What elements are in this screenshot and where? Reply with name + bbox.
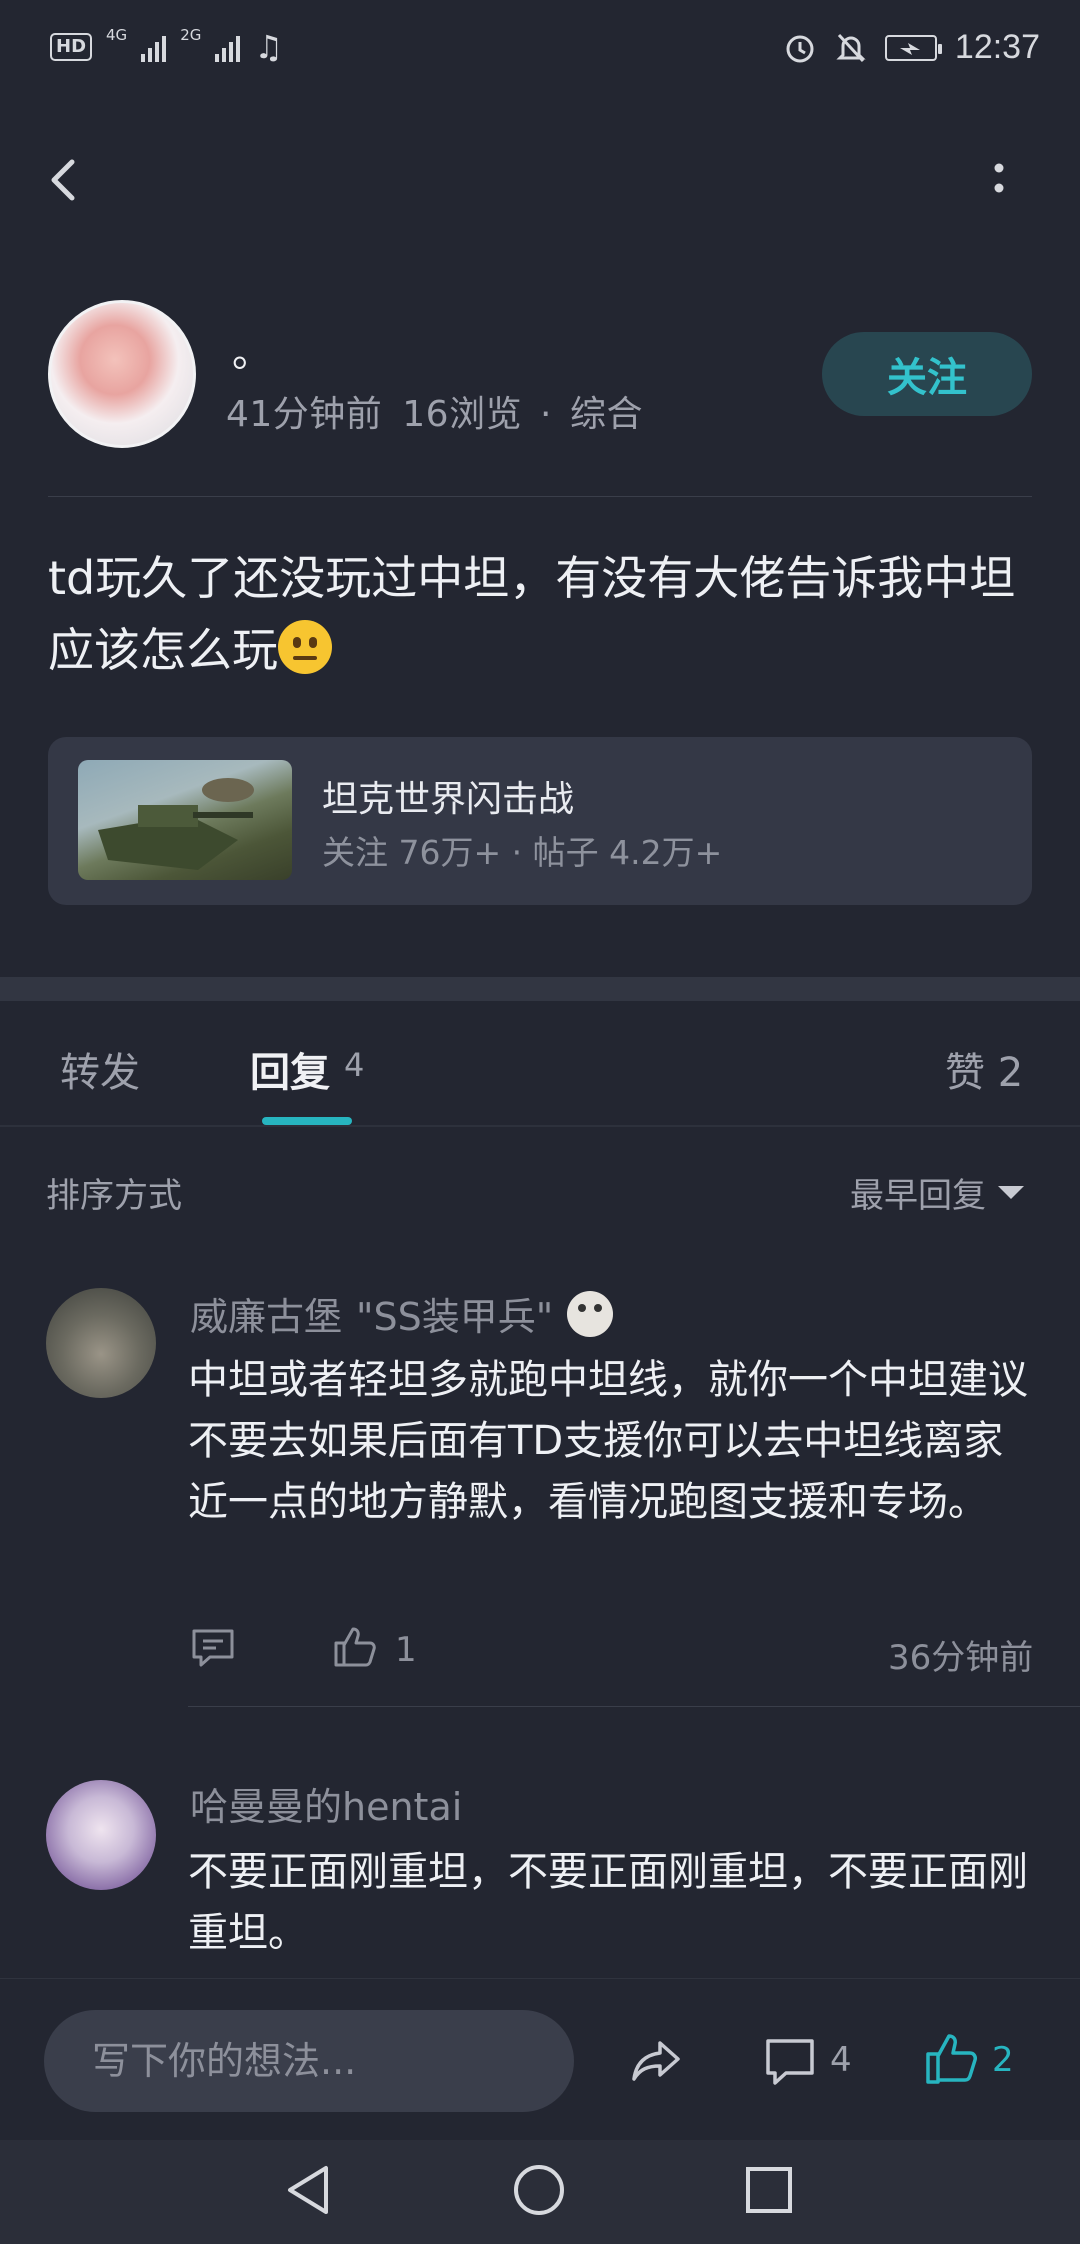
comments-button[interactable] [762, 2033, 818, 2089]
post-text: td玩久了还没玩过中坦，有没有大佬告诉我中坦应该怎么玩 [48, 551, 1016, 677]
share-icon [632, 2041, 680, 2081]
comment-icon [192, 1629, 234, 1667]
more-options-button[interactable] [975, 150, 1025, 210]
user-badge-icon [567, 1290, 614, 1337]
comment-input[interactable] [44, 2010, 574, 2112]
network-type-2: 2G [180, 26, 202, 44]
reply-comment-button[interactable] [190, 1625, 236, 1671]
tab-reply[interactable]: 回复 [250, 1040, 330, 1098]
forum-stats: 关注 76万+ · 帖子 4.2万+ [322, 833, 723, 872]
comment-author[interactable]: 威廉古堡 "SS装甲兵" [190, 1286, 614, 1341]
comment-avatar[interactable] [46, 1780, 156, 1890]
back-button[interactable] [40, 150, 90, 210]
like-post-button[interactable] [924, 2030, 980, 2086]
mute-icon [836, 33, 866, 62]
system-home-button[interactable] [511, 2162, 567, 2218]
divider [188, 1706, 1080, 1707]
alarm-icon [786, 35, 814, 62]
comment-time: 36分钟前 [888, 1638, 1034, 1678]
tab-reply-count: 4 [344, 1046, 365, 1084]
triangle-back-icon [288, 2166, 328, 2214]
comment-icon [766, 2039, 814, 2085]
comment-user-name[interactable]: 哈曼曼的hentai [190, 1776, 462, 1831]
sort-value: 最早回复 [850, 1176, 986, 1216]
status-right: 12:37 [783, 28, 1040, 67]
comments-count: 4 [830, 2040, 852, 2080]
forum-name: 坦克世界闪击战 [322, 779, 575, 820]
author-name[interactable]: 。 [232, 320, 272, 378]
comment-user-name: 威廉古堡 [190, 1295, 343, 1339]
sort-dropdown[interactable]: 最早回复 [850, 1168, 1024, 1217]
likes-count: 2 [992, 2040, 1014, 2080]
circle-home-icon [514, 2165, 564, 2215]
neutral-face-emoji-icon [278, 620, 332, 674]
more-vertical-icon [994, 163, 1004, 193]
follow-button[interactable]: 关注 [822, 332, 1032, 416]
share-button[interactable] [628, 2033, 684, 2089]
tab-likes[interactable]: 赞 2 [945, 1040, 1023, 1098]
post-category: 综合 [569, 394, 643, 435]
battery-icon [884, 34, 942, 61]
caret-down-icon [998, 1186, 1024, 1199]
comment-text: 不要正面刚重坦，不要正面刚重坦，不要正面刚重坦。 [188, 1849, 1028, 1956]
post-time: 41分钟前 [226, 394, 383, 435]
clock: 12:37 [954, 28, 1040, 66]
section-separator [0, 977, 1080, 1001]
network-type-1: 4G [106, 26, 128, 44]
tab-repost[interactable]: 转发 [60, 1040, 140, 1098]
signal-icon [141, 32, 167, 62]
like-comment-button[interactable] [332, 1623, 378, 1669]
divider [48, 496, 1032, 497]
comment-like-count: 1 [395, 1630, 417, 1670]
post-meta: 41分钟前 16浏览 · 综合 [226, 385, 643, 437]
sort-label: 排序方式 [46, 1176, 182, 1216]
comment-user-title: "SS装甲兵" [356, 1295, 554, 1339]
forum-thumbnail [78, 760, 292, 880]
back-arrow-icon [51, 159, 75, 201]
thumbs-up-icon [334, 1627, 376, 1667]
music-icon: ♫ [254, 28, 284, 66]
divider [0, 1125, 1080, 1127]
thumbs-up-icon [926, 2034, 977, 2084]
author-avatar[interactable] [48, 300, 196, 448]
signal-icon-2 [215, 32, 241, 62]
system-recent-apps-button[interactable] [741, 2162, 797, 2218]
status-left: HD 4G 2G ♫ [50, 28, 283, 66]
meta-separator: · [540, 394, 552, 435]
comment-avatar[interactable] [46, 1288, 156, 1398]
post-body: td玩久了还没玩过中坦，有没有大佬告诉我中坦应该怎么玩 [48, 542, 1038, 686]
hd-icon: HD [50, 33, 93, 61]
comment-text: 中坦或者轻坦多就跑中坦线，就你一个中坦建议不要去如果后面有TD支援你可以去中坦线… [188, 1357, 1028, 1525]
system-back-button[interactable] [282, 2162, 338, 2218]
active-tab-indicator [262, 1117, 352, 1125]
square-recent-icon [746, 2167, 792, 2213]
post-views: 16浏览 [402, 394, 523, 435]
